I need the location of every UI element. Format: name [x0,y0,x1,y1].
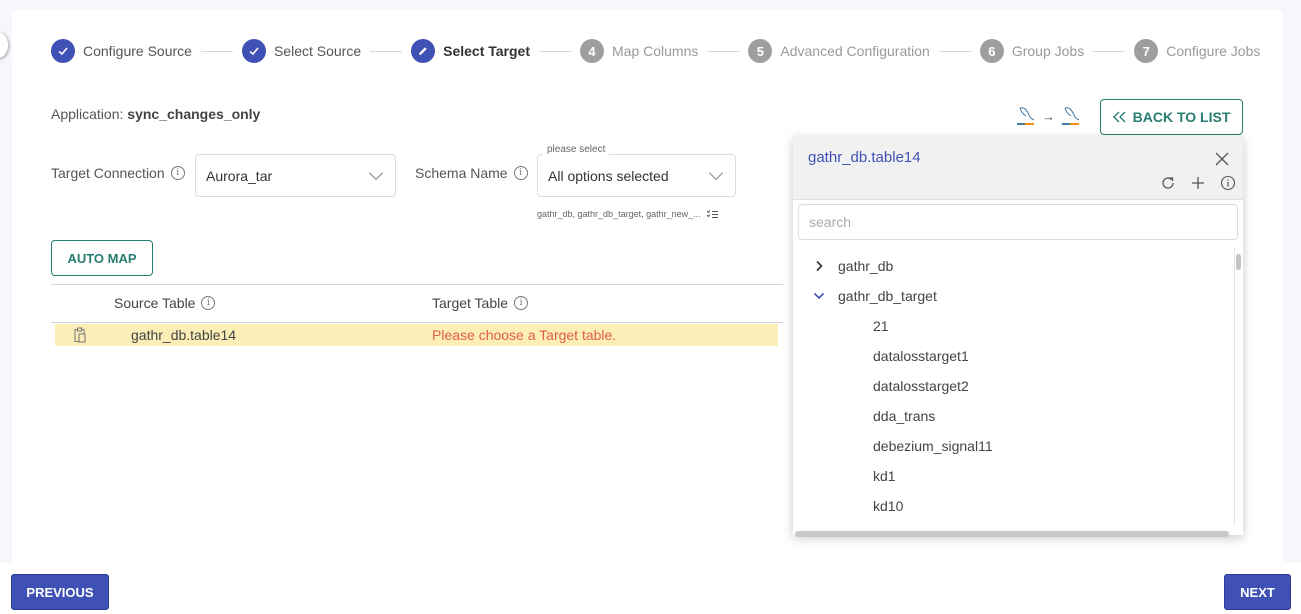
step-number: 7 [1134,39,1159,63]
back-to-list-button[interactable]: BACK TO LIST [1100,99,1243,135]
picker-tools [1159,174,1237,192]
source-table-cell: gathr_db.table14 [131,327,237,343]
chevron-down-icon [708,165,724,181]
target-connection-select[interactable]: Aurora_tar [195,154,396,197]
step-group-jobs[interactable]: 6 Group Jobs [979,39,1085,63]
tree-leaf[interactable]: kd10 [873,498,903,514]
info-icon[interactable]: i [201,296,216,310]
vertical-scrollbar-thumb[interactable] [1236,254,1241,270]
schema-selected-summary: gathr_db, gathr_db_target, gathr_new_... [537,209,718,219]
chevron-down-icon[interactable] [812,292,826,300]
list-check-icon[interactable] [706,209,718,219]
sidebar-toggle[interactable] [0,32,8,58]
step-label: Advanced Configuration [780,43,930,59]
step-advanced-configuration[interactable]: 5 Advanced Configuration [748,39,930,63]
tree-leaf[interactable]: datalosstarget1 [873,348,969,364]
schema-name-label: Schema Name i [415,165,528,181]
arrow-right-icon: → [1042,108,1055,124]
mysql-logo-icon [1017,107,1035,125]
tree-leaf[interactable]: dda_trans [873,408,935,424]
add-icon[interactable] [1189,174,1207,192]
step-configure-jobs[interactable]: 7 Configure Jobs [1134,39,1260,63]
tree-leaf[interactable]: debezium_signal11 [873,438,993,454]
step-configure-source[interactable]: Configure Source [51,39,192,63]
clipboard-icon[interactable] [73,327,87,343]
target-table-picker: gathr_db.table14 gathr_db gathr_db_targe… [793,136,1243,537]
step-connector [200,50,233,52]
column-label: Source Table [114,295,196,311]
close-icon[interactable] [1215,152,1229,166]
tree-node-gathr-db[interactable]: gathr_db [812,258,893,274]
schema-name-value: All options selected [548,167,669,184]
target-connection-value: Aurora_tar [206,167,273,184]
step-label: Select Target [443,43,531,59]
horizontal-scrollbar[interactable] [795,531,1229,537]
step-connector [938,50,971,52]
auto-map-button[interactable]: AUTO MAP [51,240,153,276]
pencil-icon [411,39,436,63]
picker-header: gathr_db.table14 [793,136,1243,200]
application-label: Application: [51,106,124,122]
tree-node-label: gathr_db [838,258,894,274]
footer-bar: PREVIOUS NEXT [0,563,1301,614]
check-icon [51,39,75,63]
step-label: Group Jobs [1011,43,1085,59]
next-button[interactable]: NEXT [1224,574,1291,610]
previous-button[interactable]: PREVIOUS [11,574,109,610]
picker-search-input[interactable] [798,204,1238,240]
step-label: Map Columns [612,43,699,59]
double-chevron-left-icon [1112,111,1126,123]
chevron-down-icon [368,165,384,181]
picker-title: gathr_db.table14 [808,149,921,166]
mapping-table: Source Table i Target Table i gathr_db.t… [51,284,783,346]
step-label: Configure Source [83,43,192,59]
target-connection-text: Target Connection [51,165,165,181]
step-label: Select Source [273,43,362,59]
tree-leaf[interactable]: datalosstarget2 [873,378,969,394]
mysql-logo-icon [1062,107,1080,125]
column-target-table: Target Table i [432,295,529,311]
schema-tree: gathr_db gathr_db_target 21 datalosstarg… [793,248,1234,526]
step-connector [370,50,403,52]
table-row[interactable]: gathr_db.table14 Please choose a Target … [55,324,778,346]
vertical-scrollbar-track[interactable] [1234,248,1235,526]
schema-summary-text: gathr_db, gathr_db_target, gathr_new_... [537,209,701,219]
tree-leaf[interactable]: kd1 [873,468,896,484]
check-icon [241,39,266,63]
step-connector [1093,50,1126,52]
info-icon[interactable]: i [513,166,528,180]
info-icon[interactable]: i [170,166,185,180]
application-name: sync_changes_only [127,106,261,122]
tree-node-gathr-db-target[interactable]: gathr_db_target [812,288,937,304]
step-number: 5 [748,39,773,63]
step-label: Configure Jobs [1166,43,1261,59]
step-connector [539,50,572,52]
db-connection-indicator: → [1014,104,1083,128]
table-header: Source Table i Target Table i [51,284,783,323]
step-map-columns[interactable]: 4 Map Columns [580,39,698,63]
application-info: Application: sync_changes_only [51,106,260,122]
schema-float-label: please select [543,144,610,155]
info-icon[interactable] [1219,174,1237,192]
step-select-source[interactable]: Select Source [241,39,362,63]
step-select-target[interactable]: Select Target [411,39,530,63]
step-number: 6 [979,39,1004,63]
schema-name-text: Schema Name [415,165,508,181]
refresh-icon[interactable] [1159,174,1177,192]
tree-leaf[interactable]: 21 [873,318,889,334]
target-connection-label: Target Connection i [51,165,185,181]
schema-name-select[interactable]: All options selected [537,154,736,197]
column-source-table: Source Table i [114,295,216,311]
back-to-list-label: BACK TO LIST [1132,109,1231,125]
chevron-right-icon[interactable] [812,260,826,272]
tree-node-label: gathr_db_target [838,288,937,304]
stepper: Configure Source Select Source Select Ta… [51,39,1260,63]
step-connector [707,50,740,52]
step-number: 4 [580,39,605,63]
info-icon[interactable]: i [514,296,529,310]
column-label: Target Table [432,295,509,311]
target-table-error[interactable]: Please choose a Target table. [432,327,616,343]
